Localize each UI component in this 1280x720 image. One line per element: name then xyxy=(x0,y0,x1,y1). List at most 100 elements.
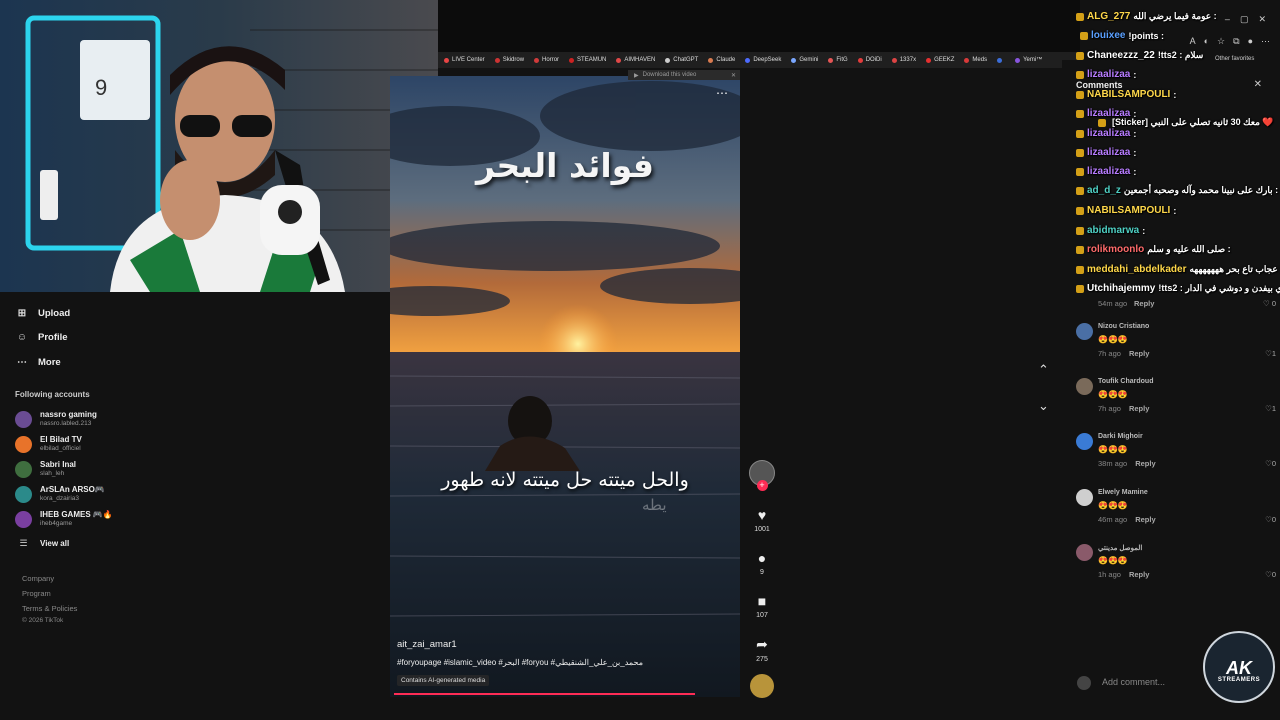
comment-user[interactable]: Elwely Mamine xyxy=(1098,489,1148,496)
chevron-up-icon[interactable]: ⌃ xyxy=(1038,362,1049,378)
profile-icon[interactable]: ● xyxy=(1248,36,1253,47)
avatar xyxy=(1076,323,1093,340)
footer-terms[interactable]: Terms & Policies xyxy=(22,604,77,613)
account-handle: iheb4game xyxy=(40,520,73,527)
video-player[interactable]: ⋯ فوائد البحر والحل ميتته حل ميتته لانه … xyxy=(390,76,740,697)
comment-like-count[interactable]: ♡0 xyxy=(1265,459,1276,468)
like-button[interactable]: ♥ 1001 xyxy=(744,507,780,533)
video-hashtags[interactable]: #foryoupage #islamic_video #البحر #foryo… xyxy=(397,658,643,667)
nav-more[interactable]: ⋯ More xyxy=(16,356,61,368)
reply-button[interactable]: Reply xyxy=(1129,349,1149,358)
comment-button[interactable]: ● 9 xyxy=(744,550,780,576)
following-account[interactable]: El Bilad TV elbilad_officiel xyxy=(15,435,82,453)
read-aloud-icon[interactable]: A xyxy=(1190,36,1196,47)
avatar xyxy=(1076,489,1093,506)
chat-message: NABILSAMPOULI: xyxy=(1076,89,1176,100)
footer-program[interactable]: Program xyxy=(22,589,51,598)
extension-icon[interactable]: ◐ xyxy=(1204,36,1209,47)
account-name: Sabri Inal xyxy=(40,460,77,469)
following-account[interactable]: Sabri Inal slah_leh xyxy=(15,460,76,478)
download-video-bar[interactable]: ▶ Download this video ✕ xyxy=(628,70,740,80)
bookmark-item[interactable]: ChatGPT xyxy=(665,57,698,63)
video-more-icon[interactable]: ⋯ xyxy=(716,86,729,100)
bookmark-favicon-icon xyxy=(534,57,540,63)
account-handle: slah_leh xyxy=(40,470,65,477)
bookmark-item[interactable] xyxy=(997,57,1005,63)
bookmark-item[interactable]: Gemini xyxy=(791,57,818,63)
reply-button[interactable]: Reply xyxy=(1135,515,1155,524)
comment-user[interactable]: Darki Mighoir xyxy=(1098,433,1143,440)
following-account[interactable]: ArSLAn ARSO🎮 kora_dzairia3 xyxy=(15,485,105,503)
bookmark-item[interactable]: Meds xyxy=(964,57,987,63)
chat-badge-icon xyxy=(1076,206,1084,215)
bookmark-item[interactable]: Claude xyxy=(708,57,735,63)
footer-company[interactable]: Company xyxy=(22,574,54,583)
avatar xyxy=(15,435,32,453)
bookmark-item[interactable]: 1337x xyxy=(891,57,916,63)
share-button[interactable]: ➦ 275 xyxy=(744,636,780,663)
comment-user[interactable]: الموصل مدينتي xyxy=(1098,544,1142,552)
bookmark-item[interactable]: FitG xyxy=(828,57,848,63)
comment-like-count[interactable]: ♡1 xyxy=(1265,349,1276,358)
reply-button[interactable]: Reply xyxy=(1134,299,1154,308)
add-comment-input[interactable]: Add comment... xyxy=(1102,677,1165,687)
reply-button[interactable]: Reply xyxy=(1129,404,1149,413)
nav-upload[interactable]: ⊞ Upload xyxy=(16,307,70,319)
nav-profile[interactable]: ☺ Profile xyxy=(16,331,68,343)
bookmark-item[interactable]: AIMHAVEN xyxy=(616,57,655,63)
comment-like-count[interactable]: ♡0 xyxy=(1265,515,1276,524)
bookmark-label: Meds xyxy=(972,57,988,63)
close-icon[interactable]: ✕ xyxy=(731,72,736,79)
bookmark-item[interactable]: Yemi™ xyxy=(1015,57,1042,63)
chat-username: abidmarwa xyxy=(1087,225,1140,236)
following-account[interactable]: nassro gaming nassro.labled.213 xyxy=(15,410,97,428)
video-caption-overlay: والحل ميتته حل ميتته لانه طهور xyxy=(441,469,689,491)
favorites-icon[interactable]: ☆ xyxy=(1217,36,1225,47)
comment-like-count[interactable]: ♡1 xyxy=(1265,404,1276,413)
heart-icon: ♥ xyxy=(757,507,767,523)
comment-user[interactable]: Toufik Chardoud xyxy=(1098,378,1153,385)
close-comments-icon[interactable]: ✕ xyxy=(1254,79,1262,90)
bookmark-favicon-icon xyxy=(997,57,1003,63)
video-author[interactable]: ait_zai_amar1 xyxy=(397,639,457,650)
comment-like-count[interactable]: ♡ 0 xyxy=(1263,299,1276,308)
chat-username: meddahi_abdelkader xyxy=(1087,264,1187,275)
bookmark-favicon-icon xyxy=(494,57,500,63)
bookmark-item[interactable]: LIVE Center xyxy=(444,57,485,63)
bookmark-item[interactable]: GEEKZ xyxy=(926,57,954,63)
minimize-icon[interactable]: – xyxy=(1225,14,1230,25)
save-count: 107 xyxy=(756,612,768,619)
reply-button[interactable]: Reply xyxy=(1135,459,1155,468)
collections-icon[interactable]: ⧉ xyxy=(1233,36,1239,47)
bookmark-item[interactable]: Skidrow xyxy=(494,57,524,63)
following-account[interactable]: IHEB GAMES 🎮🔥 iheb4game xyxy=(15,510,113,528)
comment-icon: ● xyxy=(757,550,767,566)
bookmark-item[interactable]: Horror xyxy=(534,57,559,63)
follow-plus-icon[interactable]: + xyxy=(756,480,768,491)
creator-avatar[interactable]: + xyxy=(744,460,780,491)
chat-badge-icon xyxy=(1076,186,1084,195)
menu-icon[interactable]: ⋯ xyxy=(1261,36,1270,47)
bookmark-item[interactable]: STEAMUN xyxy=(569,57,606,63)
maximize-icon[interactable]: ▢ xyxy=(1240,14,1249,25)
reply-button[interactable]: Reply xyxy=(1129,570,1149,579)
comment-meta: 46m ago Reply xyxy=(1098,515,1156,524)
save-button[interactable]: ■ 107 xyxy=(744,593,780,619)
close-icon[interactable]: ✕ xyxy=(1258,14,1266,25)
comment-count: 9 xyxy=(760,569,764,576)
comment-meta: 38m ago Reply xyxy=(1098,459,1156,468)
chevron-down-icon[interactable]: ⌄ xyxy=(1038,398,1049,414)
play-icon: ▶ xyxy=(634,72,639,79)
comment-user[interactable]: Nizou Cristiano xyxy=(1098,323,1149,330)
svg-text:9: 9 xyxy=(95,75,107,100)
chat-message: ALG_277 عومة فيما يرضي الله : xyxy=(1076,11,1217,22)
bookmark-item[interactable]: DeepSeek xyxy=(745,57,781,63)
video-progress-bar[interactable] xyxy=(394,693,695,695)
comment-like-count[interactable]: ♡0 xyxy=(1265,570,1276,579)
view-all-link[interactable]: ☰ View all xyxy=(15,538,69,549)
music-disc[interactable] xyxy=(744,674,780,698)
chat-message: NABILSAMPOULI: xyxy=(1076,205,1176,216)
nav-profile-label: Profile xyxy=(38,331,68,343)
chat-text: : xyxy=(1133,147,1137,158)
bookmark-item[interactable]: DOiDi xyxy=(857,57,882,63)
